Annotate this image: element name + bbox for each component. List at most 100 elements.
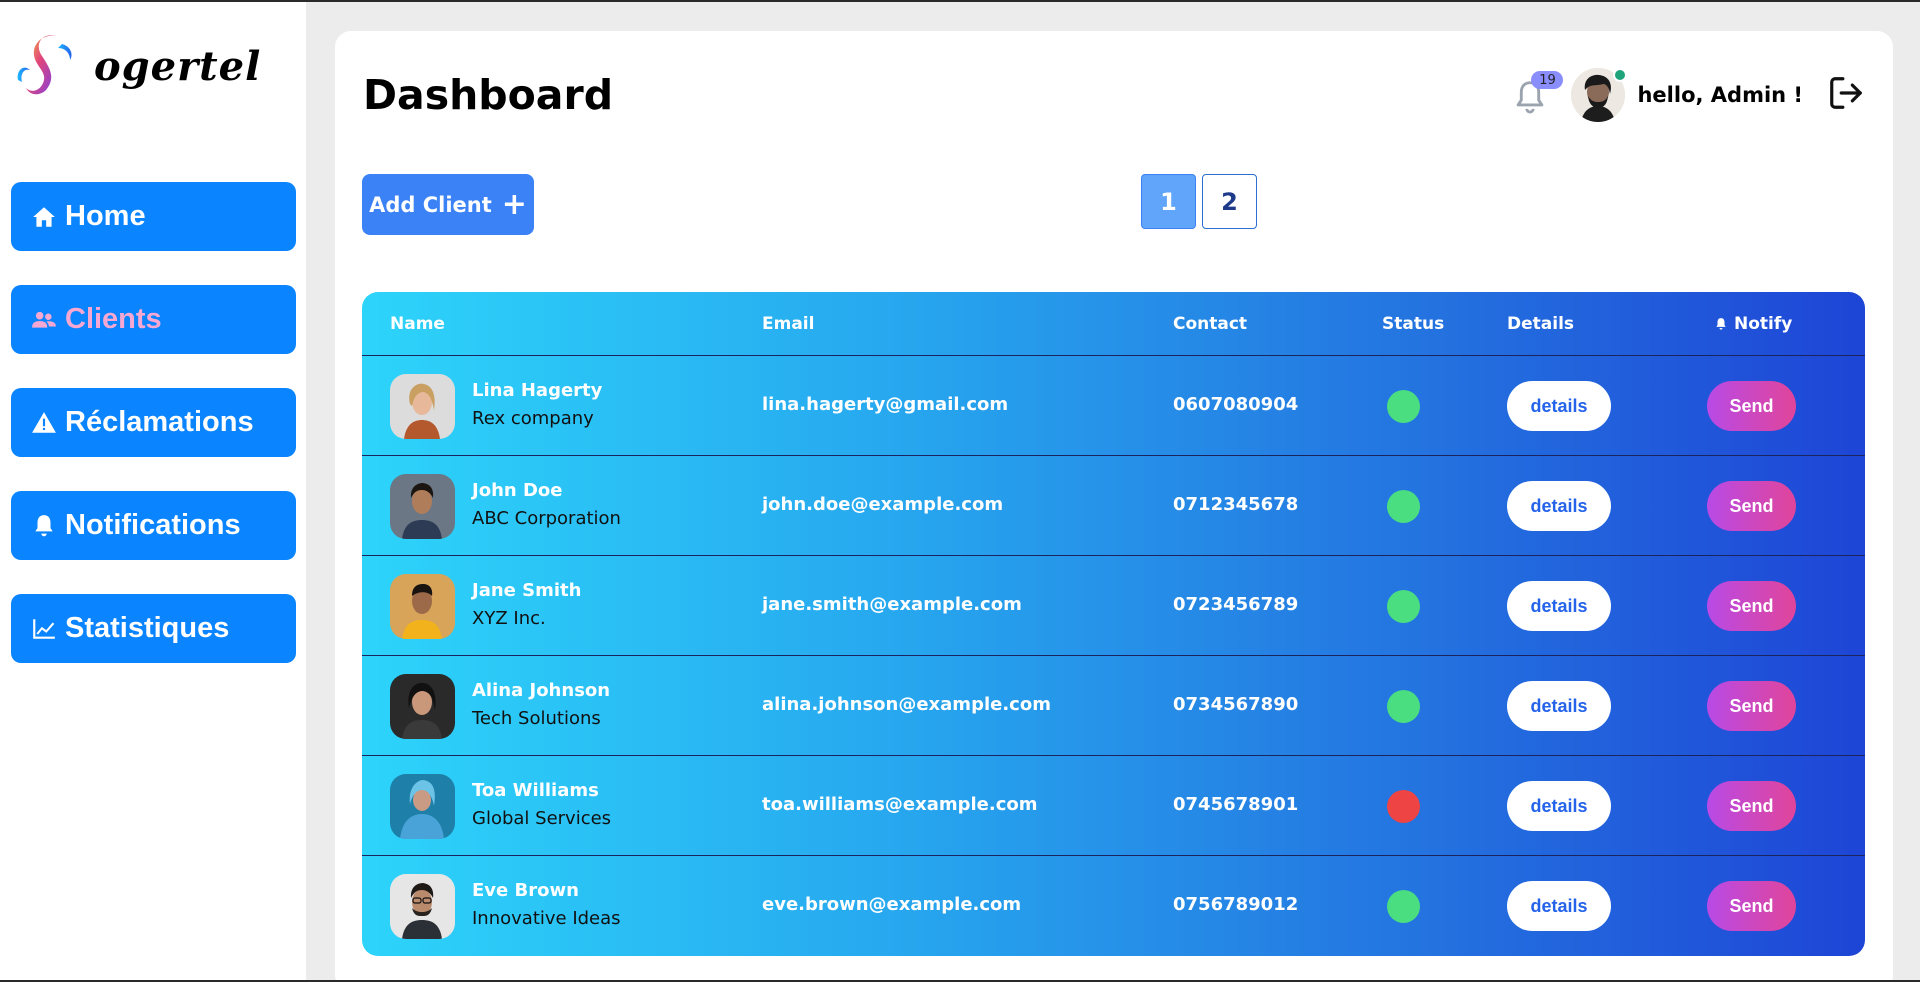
clients-table: Name Email Contact Status Details Notify… [362,292,1865,956]
client-name: Lina Hagerty [472,380,603,401]
table-row: John Doe ABC Corporation john.doe@exampl… [362,456,1865,556]
client-name: Alina Johnson [472,680,611,701]
send-notification-button[interactable]: Send [1707,381,1796,431]
status-indicator [1387,490,1420,523]
column-header-contact: Contact [1173,314,1248,334]
client-name: Toa Williams [472,780,599,801]
status-indicator [1387,690,1420,723]
client-contact: 0745678901 [1173,794,1299,815]
client-contact: 0712345678 [1173,494,1299,515]
bell-icon [31,513,57,539]
details-button[interactable]: details [1507,381,1611,431]
table-row: Lina Hagerty Rex company lina.hagerty@gm… [362,356,1865,456]
details-button[interactable]: details [1507,881,1611,931]
client-company: Innovative Ideas [472,908,621,929]
details-button[interactable]: details [1507,681,1611,731]
sidebar-item-label: Clients [65,303,162,335]
client-company: Tech Solutions [472,708,601,729]
client-avatar [390,374,455,439]
client-email: jane.smith@example.com [762,594,1022,615]
brand-name: ogertel [94,42,262,90]
notifications-button[interactable]: 19 [1511,71,1564,117]
client-avatar [390,874,455,939]
column-header-name: Name [390,314,445,334]
column-header-status: Status [1382,314,1445,334]
status-indicator [1387,790,1420,823]
sidebar-item-label: Home [65,200,146,232]
status-indicator [1387,890,1420,923]
table-row: Eve Brown Innovative Ideas eve.brown@exa… [362,856,1865,956]
send-notification-button[interactable]: Send [1707,781,1796,831]
page-button-1[interactable]: 1 [1141,174,1196,229]
users-icon [31,307,57,333]
add-client-button[interactable]: Add Client + [362,174,534,235]
client-contact: 0723456789 [1173,594,1299,615]
notification-count-badge: 19 [1531,71,1564,89]
admin-avatar[interactable] [1571,68,1628,122]
client-avatar [390,574,455,639]
sidebar-item-label: Statistiques [65,612,230,644]
page-button-2[interactable]: 2 [1202,174,1257,229]
app-screen: ogertel Home Clients Réclamations Notifi… [0,2,1920,980]
online-status-dot [1613,68,1628,82]
sidebar-item-label: Notifications [65,509,241,541]
sidebar-item-label: Réclamations [65,406,254,438]
client-avatar [390,674,455,739]
client-avatar [390,774,455,839]
client-email: eve.brown@example.com [762,894,1022,915]
details-button[interactable]: details [1507,481,1611,531]
table-row: Alina Johnson Tech Solutions alina.johns… [362,656,1865,756]
client-name: Eve Brown [472,880,579,901]
column-header-notify: Notify [1714,314,1792,334]
sidebar: ogertel Home Clients Réclamations Notifi… [0,2,306,980]
details-button[interactable]: details [1507,581,1611,631]
sidebar-nav: Home Clients Réclamations Notifications [11,182,296,697]
sidebar-item-reclamations[interactable]: Réclamations [11,388,296,457]
send-notification-button[interactable]: Send [1707,481,1796,531]
client-email: toa.williams@example.com [762,794,1038,815]
main-panel: Dashboard 19 hello, Admin ! Add Client +… [335,31,1893,980]
client-contact: 0607080904 [1173,394,1299,415]
client-name: Jane Smith [472,580,582,601]
table-row: Toa Williams Global Services toa.william… [362,756,1865,856]
column-header-email: Email [762,314,815,334]
table-row: Jane Smith XYZ Inc. jane.smith@example.c… [362,556,1865,656]
chart-line-icon [31,616,57,642]
header-user-area: 19 hello, Admin ! [1511,65,1865,125]
client-email: john.doe@example.com [762,494,1004,515]
sidebar-item-clients[interactable]: Clients [11,285,296,354]
sidebar-item-statistiques[interactable]: Statistiques [11,594,296,663]
column-header-details: Details [1507,314,1575,334]
page-title: Dashboard [363,71,614,119]
brand-logo[interactable]: ogertel [12,30,261,102]
details-button[interactable]: details [1507,781,1611,831]
client-company: Rex company [472,408,594,429]
home-icon [31,204,57,230]
send-notification-button[interactable]: Send [1707,581,1796,631]
bell-small-icon [1716,318,1726,330]
status-indicator [1387,390,1420,423]
column-header-notify-label: Notify [1734,314,1793,334]
table-header: Name Email Contact Status Details Notify [362,292,1865,356]
logout-icon[interactable] [1827,74,1865,116]
client-contact: 0756789012 [1173,894,1299,915]
client-email: lina.hagerty@gmail.com [762,394,1009,415]
pagination: 1 2 [1141,174,1257,229]
client-company: ABC Corporation [472,508,621,529]
client-company: XYZ Inc. [472,608,546,629]
client-contact: 0734567890 [1173,694,1299,715]
plus-icon: + [501,186,527,222]
warning-icon [31,410,57,436]
user-greeting: hello, Admin ! [1637,83,1803,107]
client-name: John Doe [472,480,563,501]
client-company: Global Services [472,808,612,829]
send-notification-button[interactable]: Send [1707,681,1796,731]
sidebar-item-notifications[interactable]: Notifications [11,491,296,560]
send-notification-button[interactable]: Send [1707,881,1796,931]
client-email: alina.johnson@example.com [762,694,1051,715]
sidebar-item-home[interactable]: Home [11,182,296,251]
status-indicator [1387,590,1420,623]
add-client-label: Add Client [369,192,492,217]
logo-swirl-icon [17,35,72,95]
client-avatar [390,474,455,539]
